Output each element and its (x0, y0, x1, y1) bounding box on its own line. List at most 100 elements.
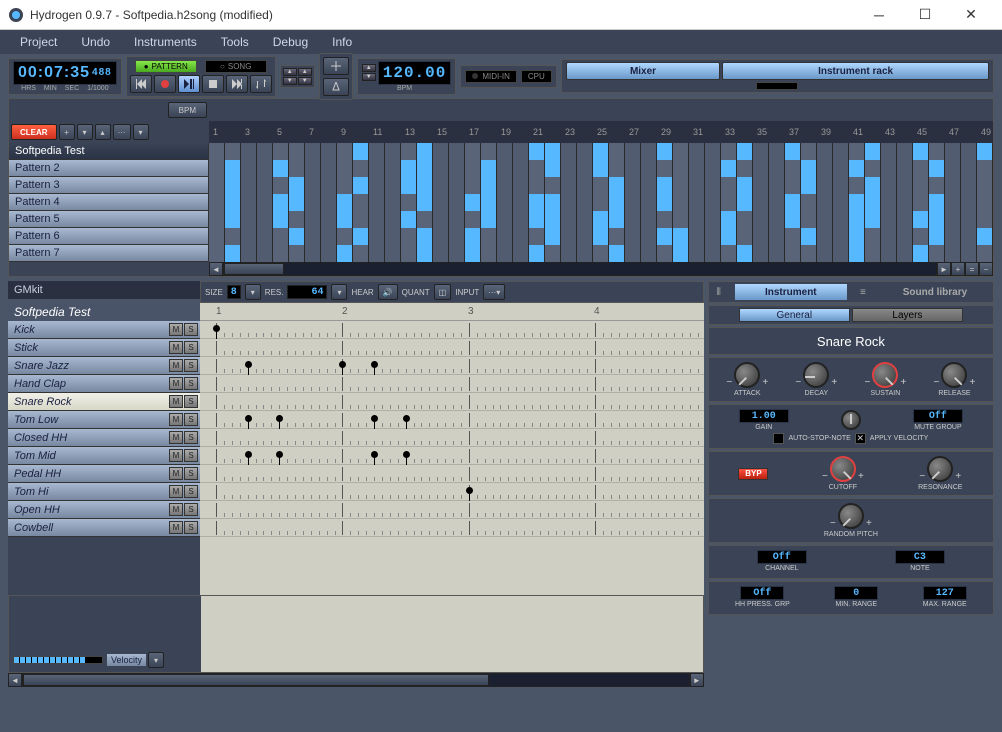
subtab-layers[interactable]: Layers (852, 308, 963, 322)
max-range-display[interactable]: 127 (923, 586, 967, 600)
pattern-row[interactable]: Pattern 3 (9, 177, 209, 194)
tab-sound-library[interactable]: Sound library (879, 284, 991, 300)
random-pitch-knob[interactable] (838, 503, 864, 529)
instrument-row[interactable]: Snare JazzMS (8, 357, 200, 375)
instrument-row[interactable]: Snare RockMS (8, 393, 200, 411)
size-display[interactable]: 8 (227, 285, 241, 299)
solo-button[interactable]: S (184, 521, 198, 534)
instrument-row[interactable]: Closed HHMS (8, 429, 200, 447)
move-up-button[interactable]: ▴ (95, 124, 111, 140)
pattern-row[interactable]: Pattern 6 (9, 228, 209, 245)
mixer-button[interactable]: Mixer (566, 62, 720, 80)
instrument-row[interactable]: Pedal HHMS (8, 465, 200, 483)
solo-button[interactable]: S (184, 377, 198, 390)
subtab-general[interactable]: General (739, 308, 850, 322)
maximize-button[interactable]: ☐ (902, 0, 948, 30)
velocity-grid[interactable] (201, 596, 703, 672)
mute-button[interactable]: M (169, 485, 183, 498)
mute-button[interactable]: M (169, 449, 183, 462)
decay-knob[interactable] (803, 362, 829, 388)
clear-button[interactable]: CLEAR (11, 124, 57, 140)
min-range-display[interactable]: 0 (834, 586, 878, 600)
solo-button[interactable]: S (184, 503, 198, 516)
bpm-down[interactable]: ▼ (362, 73, 376, 81)
instrument-row[interactable]: KickMS (8, 321, 200, 339)
menu-instruments[interactable]: Instruments (122, 35, 209, 49)
song-hscroll[interactable]: ◄ ► + = − (209, 262, 993, 276)
attack-knob[interactable] (734, 362, 760, 388)
metronome-button[interactable] (323, 78, 349, 96)
auto-stop-checkbox[interactable] (773, 433, 784, 444)
mode-song[interactable]: ○SONG (205, 60, 267, 73)
pattern-hscroll[interactable]: ◄ ► (8, 673, 704, 687)
gain-knob[interactable] (841, 410, 861, 430)
solo-button[interactable]: S (184, 359, 198, 372)
solo-button[interactable]: S (184, 341, 198, 354)
quant-button[interactable]: ◫ (434, 284, 452, 300)
velocity-dropdown[interactable]: ▾ (148, 652, 164, 668)
bpm-marker-button[interactable]: BPM (168, 102, 207, 118)
beat-dn2[interactable]: ▼ (298, 77, 312, 85)
instrument-row[interactable]: CowbellMS (8, 519, 200, 537)
menu-info[interactable]: Info (320, 35, 364, 49)
tab-instrument[interactable]: Instrument (735, 284, 847, 300)
beat-dn[interactable]: ▼ (283, 77, 297, 85)
menu-tools[interactable]: Tools (209, 35, 261, 49)
select-mode-button[interactable]: ▾ (133, 124, 149, 140)
mute-button[interactable]: M (169, 413, 183, 426)
rewind-button[interactable] (130, 75, 152, 93)
cutoff-knob[interactable] (830, 456, 856, 482)
pattern-row[interactable]: Pattern 4 (9, 194, 209, 211)
instrument-row[interactable]: Tom MidMS (8, 447, 200, 465)
zoom-reset-button[interactable]: = (965, 262, 979, 276)
loop-button[interactable] (250, 75, 272, 93)
mute-button[interactable]: M (169, 359, 183, 372)
song-grid[interactable] (209, 143, 993, 262)
beat-up[interactable]: ▲ (283, 68, 297, 76)
record-button[interactable] (154, 75, 176, 93)
bpm-display[interactable]: 120.00 (378, 61, 452, 85)
pat-scroll-right-icon[interactable]: ► (690, 673, 704, 687)
mute-button[interactable]: M (169, 521, 183, 534)
mute-button[interactable]: M (169, 467, 183, 480)
mute-button[interactable]: M (169, 503, 183, 516)
pattern-row[interactable]: Softpedia Test (9, 143, 209, 160)
note-grid[interactable]: 1234 (200, 303, 704, 595)
instrument-rack-button[interactable]: Instrument rack (722, 62, 989, 80)
gain-display[interactable]: 1.00 (739, 409, 789, 423)
minimize-button[interactable]: ─ (856, 0, 902, 30)
forward-button[interactable] (226, 75, 248, 93)
pattern-row[interactable]: Pattern 7 (9, 245, 209, 262)
menu-project[interactable]: Project (8, 35, 69, 49)
beat-counter-button[interactable] (323, 57, 349, 75)
hh-display[interactable]: Off (740, 586, 784, 600)
zoom-out-button[interactable]: − (979, 262, 993, 276)
scroll-right-icon[interactable]: ► (937, 262, 951, 276)
mute-button[interactable]: M (169, 341, 183, 354)
release-knob[interactable] (941, 362, 967, 388)
instrument-row[interactable]: Open HHMS (8, 501, 200, 519)
mutegroup-display[interactable]: Off (913, 409, 963, 423)
mute-button[interactable]: M (169, 323, 183, 336)
sustain-knob[interactable] (872, 362, 898, 388)
solo-button[interactable]: S (184, 431, 198, 444)
res-display[interactable]: 64 (287, 285, 327, 299)
add-pattern-button[interactable]: + (59, 124, 75, 140)
input-dropdown[interactable]: ···▾ (483, 284, 505, 300)
solo-button[interactable]: S (184, 485, 198, 498)
move-down-button[interactable]: ▾ (77, 124, 93, 140)
play-pause-button[interactable] (178, 75, 200, 93)
menu-undo[interactable]: Undo (69, 35, 122, 49)
instrument-row[interactable]: Tom LowMS (8, 411, 200, 429)
solo-button[interactable]: S (184, 467, 198, 480)
mute-button[interactable]: M (169, 395, 183, 408)
beat-up2[interactable]: ▲ (298, 68, 312, 76)
instrument-row[interactable]: Hand ClapMS (8, 375, 200, 393)
channel-display[interactable]: Off (757, 550, 807, 564)
bpm-up[interactable]: ▲ (362, 64, 376, 72)
mode-pattern[interactable]: ●PATTERN (135, 60, 197, 73)
solo-button[interactable]: S (184, 395, 198, 408)
zoom-in-button[interactable]: + (951, 262, 965, 276)
instrument-row[interactable]: Tom HiMS (8, 483, 200, 501)
note-display[interactable]: C3 (895, 550, 945, 564)
